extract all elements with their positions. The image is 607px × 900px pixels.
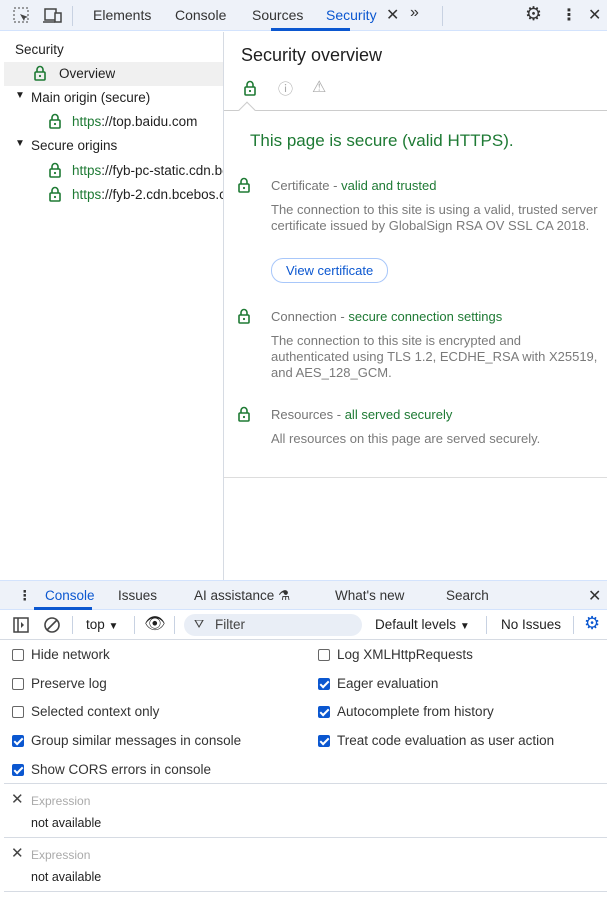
clear-console-icon[interactable] (43, 616, 61, 634)
remove-expression-icon[interactable]: ✕ (11, 790, 24, 808)
sidebar-item-overview[interactable]: Overview (4, 62, 223, 86)
context-selector[interactable]: top ▼ (86, 617, 118, 632)
main-origin-heading[interactable]: Main origin (secure) (31, 90, 150, 105)
lock-icon (49, 113, 61, 129)
expand-arrow-icon[interactable]: ▼ (15, 138, 25, 149)
filter-icon: ⛛ (194, 617, 205, 631)
log-levels-dropdown[interactable]: Default levels ▼ (375, 617, 470, 632)
expression-value: not available (31, 870, 102, 884)
close-tab-icon[interactable]: ✕ (386, 5, 399, 25)
main-origin-link[interactable]: https://top.baidu.com (72, 114, 197, 129)
filter-input[interactable]: ⛛ Filter (184, 614, 362, 636)
main-toolbar: Elements Console Sources Security ✕ » ⚙ … (0, 0, 607, 31)
log-xhr-checkbox[interactable]: Log XMLHttpRequests (318, 647, 473, 662)
dropdown-arrow-icon: ▼ (108, 621, 119, 632)
expression-input[interactable]: Expression (31, 848, 90, 862)
lock-icon (238, 406, 250, 422)
security-summary: This page is secure (valid HTTPS). (250, 131, 514, 150)
lock-icon (238, 308, 250, 324)
live-expression-eye-icon[interactable]: 👁 (144, 614, 166, 634)
secure-origins-heading[interactable]: Secure origins (31, 138, 117, 153)
certificate-description: The connection to this site is using a v… (271, 202, 598, 233)
tab-elements[interactable]: Elements (93, 7, 151, 23)
autocomplete-history-checkbox[interactable]: Autocomplete from history (318, 704, 494, 719)
console-settings-panel: Hide network Preserve log Selected conte… (4, 640, 607, 783)
drawer-tab-search[interactable]: Search (446, 588, 489, 603)
remove-expression-icon[interactable]: ✕ (11, 844, 24, 862)
dropdown-arrow-icon: ▼ (459, 621, 470, 632)
connection-heading: Connection - secure connection settings (271, 309, 503, 324)
security-overview-panel: Security overview ⓘ ⚠ This page is secur… (224, 32, 607, 580)
expression-value: not available (31, 816, 102, 830)
expand-arrow-icon[interactable]: ▼ (15, 90, 25, 101)
group-similar-checkbox[interactable]: Group similar messages in console (12, 733, 241, 748)
console-toolbar: top ▼ 👁 ⛛ Filter Default levels ▼ No Iss… (0, 610, 607, 640)
drawer-tabbar: ⋮ Console Issues AI assistance ⚗ What's … (0, 580, 607, 610)
hide-network-checkbox[interactable]: Hide network (12, 647, 110, 662)
active-tab-indicator (271, 28, 350, 31)
lock-icon (49, 162, 61, 178)
lock-icon (34, 65, 46, 81)
tab-security[interactable]: Security (326, 7, 377, 23)
drawer-tab-ai-assistance[interactable]: AI assistance ⚗ (194, 588, 290, 604)
drawer-tab-console[interactable]: Console (45, 588, 95, 603)
sidebar-toggle-icon[interactable] (13, 617, 29, 633)
eager-evaluation-checkbox[interactable]: Eager evaluation (318, 676, 438, 691)
tab-console[interactable]: Console (175, 7, 226, 23)
lock-icon (49, 186, 61, 202)
origin-link[interactable]: https://fyb-pc-static.cdn.bcebos.com (72, 163, 223, 178)
more-options-icon[interactable]: ⋮ (561, 5, 577, 25)
live-expression: ✕ Expression not available (4, 838, 607, 891)
show-cors-checkbox[interactable]: Show CORS errors in console (12, 762, 211, 777)
tab-sources[interactable]: Sources (252, 7, 303, 23)
lock-icon (238, 177, 250, 193)
drawer-tab-issues[interactable]: Issues (118, 588, 157, 603)
preserve-log-checkbox[interactable]: Preserve log (12, 676, 107, 691)
resources-description: All resources on this page are served se… (271, 431, 541, 446)
info-icon: ⓘ (278, 81, 294, 98)
settings-gear-icon[interactable]: ⚙ (525, 3, 542, 26)
drawer-menu-icon[interactable]: ⋮ (18, 588, 32, 604)
view-certificate-button[interactable]: View certificate (271, 258, 389, 283)
secure-lock-icon (244, 80, 256, 96)
console-settings-gear-icon[interactable]: ⚙ (584, 613, 600, 634)
page-title: Security overview (241, 45, 383, 65)
issues-counter[interactable]: No Issues (501, 617, 561, 632)
flask-icon: ⚗ (278, 588, 291, 603)
certificate-heading: Certificate - valid and trusted (271, 178, 437, 193)
sidebar-title: Security (15, 42, 64, 57)
selected-context-checkbox[interactable]: Selected context only (12, 704, 159, 719)
security-sidebar: Security Overview ▼ Main origin (secure)… (4, 32, 224, 580)
device-toolbar-icon[interactable] (43, 7, 63, 25)
resources-heading: Resources - all served securely (271, 407, 453, 422)
more-tabs-icon[interactable]: » (410, 4, 419, 22)
warning-icon: ⚠ (312, 79, 327, 96)
drawer-tab-whats-new[interactable]: What's new (335, 588, 404, 603)
expression-input[interactable]: Expression (31, 794, 90, 808)
origin-link[interactable]: https://fyb-2.cdn.bcebos.com (72, 187, 223, 202)
inspect-element-icon[interactable] (13, 7, 31, 25)
treat-code-evaluation-checkbox[interactable]: Treat code evaluation as user action (318, 733, 554, 748)
live-expression: ✕ Expression not available (4, 784, 607, 837)
close-devtools-icon[interactable]: ✕ (588, 5, 601, 25)
connection-description: The connection to this site is encrypted… (271, 333, 598, 380)
close-drawer-icon[interactable]: ✕ (588, 586, 601, 606)
